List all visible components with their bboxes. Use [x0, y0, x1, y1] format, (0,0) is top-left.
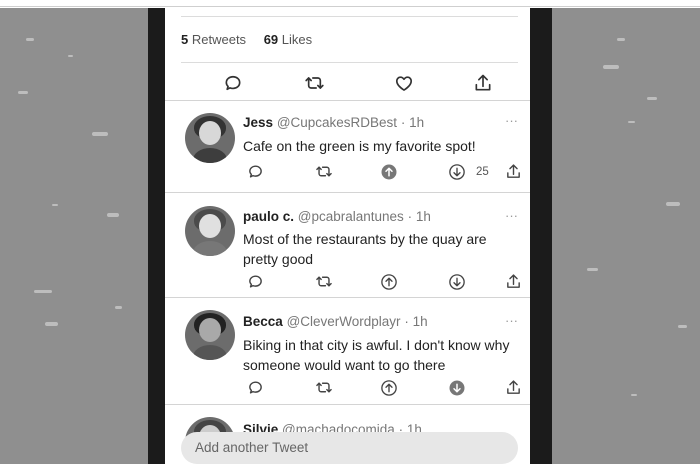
avatar[interactable]	[185, 310, 235, 360]
reply-icon[interactable]	[220, 70, 246, 96]
handle[interactable]: @CupcakesRDBest	[277, 115, 397, 130]
share-icon[interactable]	[505, 163, 522, 180]
likes-stat[interactable]: 69 Likes	[264, 32, 312, 47]
avatar[interactable]	[185, 113, 235, 163]
background-left	[0, 8, 148, 464]
retweets-stat[interactable]: 5 Retweets	[181, 32, 250, 47]
timestamp: · 1h	[400, 115, 425, 130]
tweet-actions	[243, 379, 523, 401]
retweets-count: 5	[181, 32, 189, 47]
phone-frame: 5 Retweets 69 Likes Jess @CupcakesRDBest…	[148, 8, 552, 464]
timestamp: · 1h	[407, 209, 431, 224]
tweet-header: paulo c. @pcabralantunes · 1h	[243, 209, 431, 224]
retweet-icon[interactable]	[315, 163, 333, 180]
downvote-icon[interactable]	[448, 163, 466, 181]
downvote-icon[interactable]	[448, 379, 466, 397]
likes-label: Likes	[281, 32, 313, 47]
tweet-text: Biking in that city is awful. I don't kn…	[243, 337, 510, 373]
more-options-icon[interactable]: ···	[505, 208, 518, 223]
display-name[interactable]: paulo c.	[243, 209, 294, 224]
tweet[interactable]: Jess @CupcakesRDBest · 1h ··· Cafe on th…	[165, 101, 530, 189]
retweets-label: Retweets	[191, 32, 247, 47]
upvote-icon[interactable]	[380, 163, 398, 181]
screenshot-frame: 5 Retweets 69 Likes Jess @CupcakesRDBest…	[0, 0, 700, 464]
tweet-header: Jess @CupcakesRDBest · 1h	[243, 115, 424, 130]
add-tweet-placeholder: Add another Tweet	[195, 440, 309, 455]
share-icon[interactable]	[470, 70, 496, 96]
more-options-icon[interactable]: ···	[505, 313, 518, 328]
likes-count: 69	[263, 32, 279, 47]
display-name[interactable]: Jess	[243, 115, 273, 130]
upvote-icon[interactable]	[380, 379, 398, 397]
handle[interactable]: @CleverWordplayr	[287, 314, 401, 329]
tweet-header: Becca @CleverWordplayr · 1h	[243, 314, 428, 329]
add-tweet-input[interactable]: Add another Tweet	[181, 432, 518, 464]
divider	[181, 62, 518, 63]
background-right	[551, 8, 700, 464]
tweet-actions	[243, 273, 523, 295]
retweet-icon[interactable]	[301, 70, 327, 96]
tweet-text: Cafe on the green is my favorite spot!	[243, 138, 476, 154]
retweet-icon[interactable]	[315, 273, 333, 290]
tweet[interactable]: Becca @CleverWordplayr · 1h ··· Biking i…	[165, 298, 530, 405]
downvote-icon[interactable]	[448, 273, 466, 291]
retweet-icon[interactable]	[315, 379, 333, 396]
tweet-stats: 5 Retweets 69 Likes	[181, 32, 326, 47]
more-options-icon[interactable]: ···	[505, 113, 518, 128]
upvote-icon[interactable]	[380, 273, 398, 291]
main-tweet-actions	[165, 70, 530, 98]
tweet[interactable]: paulo c. @pcabralantunes · 1h ··· Most o…	[165, 193, 530, 298]
display-name[interactable]: Becca	[243, 314, 283, 329]
timestamp: · 1h	[404, 314, 428, 329]
divider	[181, 16, 518, 17]
share-icon[interactable]	[505, 273, 522, 290]
reply-icon[interactable]	[247, 379, 264, 396]
handle[interactable]: @pcabralantunes	[298, 209, 404, 224]
tweet-actions: 25	[243, 163, 523, 185]
tweet-text: Most of the restaurants by the quay are …	[243, 231, 487, 267]
reply-icon[interactable]	[247, 163, 264, 180]
reply-icon[interactable]	[247, 273, 264, 290]
share-icon[interactable]	[505, 379, 522, 396]
upvote-count: 25	[476, 166, 489, 178]
tweet-thread-screen: 5 Retweets 69 Likes Jess @CupcakesRDBest…	[165, 8, 530, 464]
heart-icon[interactable]	[391, 70, 417, 96]
top-border	[0, 6, 700, 7]
avatar[interactable]	[185, 206, 235, 256]
